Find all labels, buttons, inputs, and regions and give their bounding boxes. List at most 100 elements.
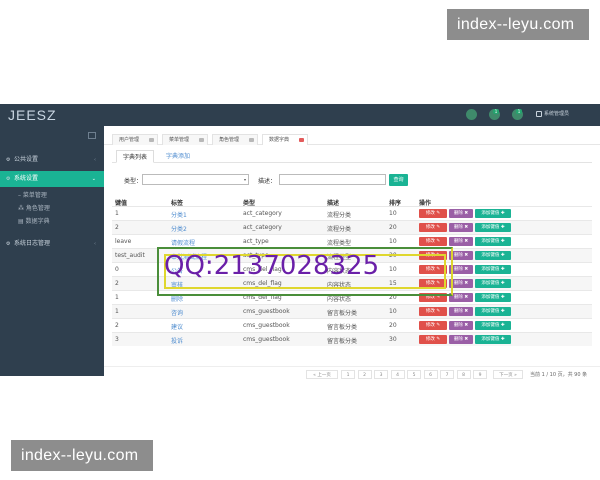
page-number-button[interactable]: 2 (357, 370, 372, 379)
edit-button[interactable]: 修改 ✎ (419, 209, 447, 218)
edit-button[interactable]: 修改 ✎ (419, 223, 447, 232)
desc-input[interactable] (279, 174, 386, 185)
cell-desc: 流程分类 (327, 226, 352, 233)
pagination-info: 当前 1 / 10 页，共 90 条 (530, 372, 588, 378)
next-page-button[interactable]: 下一页 » (493, 370, 523, 379)
sidebar-item-system-log[interactable]: ⚙ 系统日志管理 ‹ (0, 236, 104, 252)
user-icon (536, 110, 542, 117)
cell-key: 1 (115, 294, 119, 301)
cell-key: 3 (115, 336, 119, 343)
page-number-button[interactable]: 5 (407, 370, 421, 379)
watermark-top: index--leyu.com (447, 9, 589, 40)
cell-key: 2 (115, 280, 119, 287)
cell-type: act_category (243, 224, 282, 231)
add-key-button[interactable]: 添加键值 ✚ (475, 293, 511, 302)
cell-label[interactable]: 投诉 (171, 336, 183, 345)
cell-label[interactable]: 建议 (171, 322, 183, 331)
prev-page-button[interactable]: « 上一页 (306, 370, 338, 379)
delete-button[interactable]: 删除 ✖ (449, 237, 473, 246)
cell-sort: 30 (389, 336, 397, 343)
page-number-button[interactable]: 9 (473, 370, 487, 379)
users-icon: ⁂ (18, 205, 26, 212)
pagination: « 上一页 123456789 下一页 » 当前 1 / 10 页，共 90 条 (104, 366, 600, 379)
delete-button[interactable]: 删除 ✖ (449, 321, 473, 330)
cell-label[interactable]: 咨询 (171, 308, 183, 317)
subtab-dictionary-add[interactable]: 字典添加 (160, 150, 196, 163)
sidebar-subitem-role[interactable]: ⁂ 角色管理 (0, 203, 104, 215)
cell-desc: 留言板分类 (327, 310, 358, 317)
add-key-button[interactable]: 添加键值 ✚ (475, 279, 511, 288)
cell-key: leave (115, 238, 132, 245)
query-button[interactable]: 查询 (389, 174, 408, 186)
cell-desc: 流程类型 (327, 240, 352, 247)
subtabs: 字典列表 字典添加 (112, 150, 592, 163)
page-number-button[interactable]: 7 (440, 370, 454, 379)
book-icon: ▤ (18, 218, 26, 225)
message-icon[interactable] (466, 109, 477, 120)
tab-role-management[interactable]: 角色管理 (212, 134, 258, 145)
table-row: 3 投诉 cms_guestbook 留言板分类 30 修改 ✎ 删除 ✖ 添加键值 ✚ (112, 332, 592, 346)
subtab-dictionary-list[interactable]: 字典列表 (116, 150, 155, 163)
cell-type: cms_guestbook (243, 308, 290, 315)
add-key-button[interactable]: 添加键值 ✚ (475, 307, 511, 316)
cell-key: 2 (115, 322, 119, 329)
add-key-button[interactable]: 添加键值 ✚ (475, 223, 511, 232)
edit-button[interactable]: 修改 ✎ (419, 335, 447, 344)
task-icon[interactable]: 1 (512, 109, 523, 120)
add-key-button[interactable]: 添加键值 ✚ (475, 251, 511, 260)
add-key-button[interactable]: 添加键值 ✚ (475, 237, 511, 246)
sidebar-toggle-icon[interactable] (88, 132, 96, 139)
cell-key: 2 (115, 224, 119, 231)
close-icon[interactable] (299, 138, 304, 142)
search-form: 类型： ▾ 描述： 查询 (112, 171, 592, 189)
chevron-down-icon: ⌄ (91, 176, 96, 182)
edit-button[interactable]: 修改 ✎ (419, 321, 447, 330)
sidebar-item-system-settings[interactable]: ⚙ 系统设置 ⌄ (0, 171, 104, 187)
delete-button[interactable]: 删除 ✖ (449, 335, 473, 344)
sidebar-item-public-settings[interactable]: ⚙ 公共设置 ‹ (0, 152, 104, 168)
page-number-button[interactable]: 8 (456, 370, 471, 379)
tab-user-management[interactable]: 用户管理 (112, 134, 158, 145)
close-icon[interactable] (149, 138, 154, 142)
close-icon[interactable] (249, 138, 254, 142)
page-number-button[interactable]: 1 (341, 370, 355, 379)
notification-icon[interactable]: 1 (489, 109, 500, 120)
cogs-icon: ⚙ (6, 176, 11, 182)
add-key-button[interactable]: 添加键值 ✚ (475, 265, 511, 274)
edit-button[interactable]: 修改 ✎ (419, 307, 447, 316)
watermark-bottom: index--leyu.com (11, 440, 153, 471)
sidebar-subitem-menu[interactable]: – 菜单管理 (0, 190, 104, 202)
chevron-down-icon: ▾ (243, 177, 246, 182)
cell-label[interactable]: 分类2 (171, 224, 187, 233)
add-key-button[interactable]: 添加键值 ✚ (475, 209, 511, 218)
user-menu[interactable]: 系统管理员 (536, 110, 569, 117)
tab-data-dictionary[interactable]: 数据字典 (262, 134, 308, 145)
cogs-icon: ⚙ (6, 241, 11, 247)
sidebar-subitem-dictionary[interactable]: ▤ 数据字典 (0, 216, 104, 228)
type-select[interactable]: ▾ (142, 174, 249, 185)
top-navbar: JEESZ 1 1 系统管理员 (0, 104, 600, 126)
chevron-left-icon: ‹ (94, 157, 96, 163)
type-label: 类型： (124, 178, 143, 185)
add-key-button[interactable]: 添加键值 ✚ (475, 335, 511, 344)
delete-button[interactable]: 删除 ✖ (449, 307, 473, 316)
cell-key: test_audit (115, 252, 145, 259)
cell-type: act_category (243, 210, 282, 217)
tab-menu-management[interactable]: 菜单管理 (162, 134, 208, 145)
add-key-button[interactable]: 添加键值 ✚ (475, 321, 511, 330)
close-icon[interactable] (199, 138, 204, 142)
cell-type: cms_guestbook (243, 322, 290, 329)
table-row: 1 分类1 act_category 流程分类 10 修改 ✎ 删除 ✖ 添加键值 ✚ (112, 206, 592, 220)
page-number-button[interactable]: 3 (374, 370, 388, 379)
sidebar: ⚙ 公共设置 ‹ ⚙ 系统设置 ⌄ – 菜单管理 ⁂ 角色管理 ▤ 数据字典 ⚙ 系统日志… (0, 126, 104, 376)
page-number-button[interactable]: 4 (390, 370, 405, 379)
delete-button[interactable]: 删除 ✖ (449, 209, 473, 218)
page-number-button[interactable]: 6 (423, 370, 438, 379)
cell-type: act_type (243, 238, 269, 245)
delete-button[interactable]: 删除 ✖ (449, 223, 473, 232)
cell-key: 1 (115, 308, 119, 315)
edit-button[interactable]: 修改 ✎ (419, 237, 447, 246)
cell-label[interactable]: 分类1 (171, 210, 187, 219)
cell-label[interactable]: 请假流程 (171, 238, 195, 247)
cell-desc: 流程分类 (327, 212, 352, 219)
